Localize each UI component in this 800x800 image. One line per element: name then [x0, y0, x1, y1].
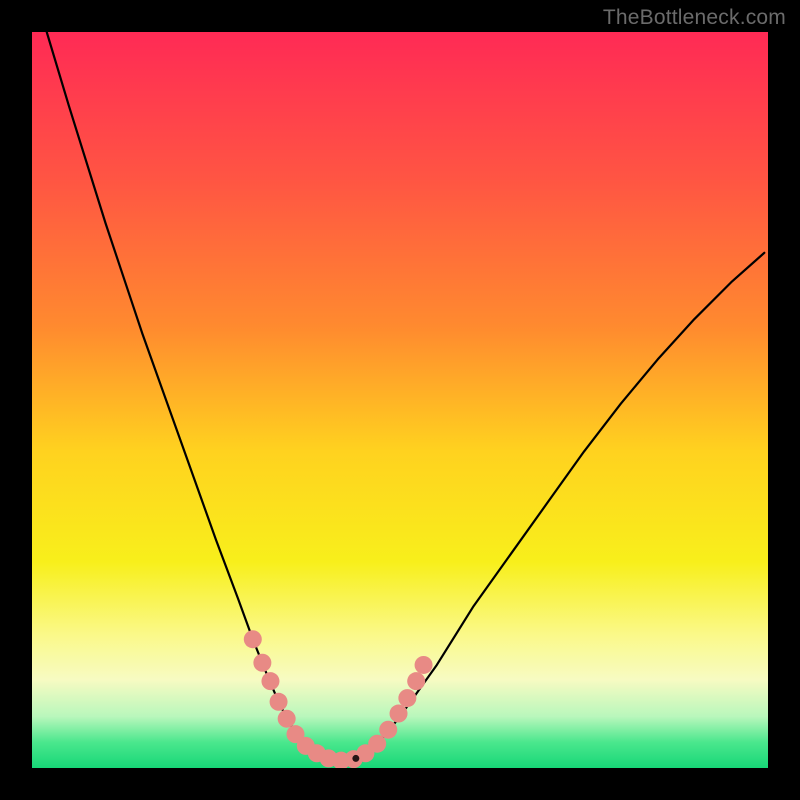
marker-point — [261, 672, 279, 690]
marker-point — [244, 630, 262, 648]
curve-left_branch — [47, 32, 341, 761]
marker-point — [407, 672, 425, 690]
marker-point — [379, 721, 397, 739]
curve-layer — [32, 32, 768, 768]
marker-point — [415, 656, 433, 674]
marker-point — [390, 705, 408, 723]
curve-right_branch — [341, 253, 764, 761]
watermark-text: TheBottleneck.com — [603, 6, 786, 30]
chart-frame: TheBottleneck.com — [0, 0, 800, 800]
marker-point — [253, 654, 271, 672]
marker-point — [398, 689, 416, 707]
plot-area — [32, 32, 768, 768]
marker-point-dark — [352, 755, 359, 762]
marker-point — [270, 693, 288, 711]
marker-point — [368, 735, 386, 753]
marker-point — [278, 710, 296, 728]
